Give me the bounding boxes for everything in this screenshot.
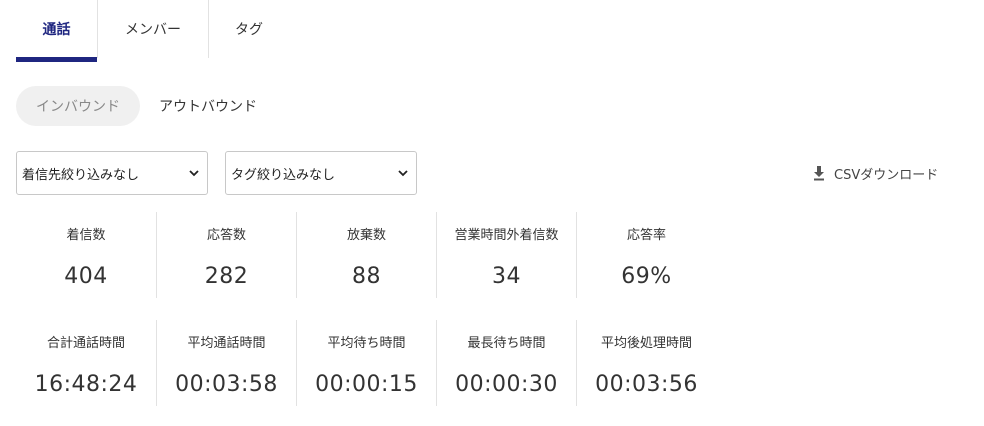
tab-calls-label: 通話	[42, 22, 71, 38]
stat-label: 着信数	[66, 228, 106, 243]
tag-select[interactable]: タグ絞り込みなし	[225, 151, 417, 195]
pill-inbound[interactable]: インバウンド	[16, 86, 140, 126]
tag-select-value: タグ絞り込みなし	[231, 167, 336, 183]
stat-label: 平均後処理時間	[600, 336, 692, 351]
chevron-down-icon	[189, 170, 199, 177]
stat-max-wait-time: 最長待ち時間 00:00:30	[436, 320, 576, 406]
tab-members[interactable]: メンバー	[97, 0, 208, 58]
main-tabs: 通話 メンバー タグ	[16, 0, 289, 62]
stat-value: 00:00:30	[455, 372, 558, 397]
pill-outbound[interactable]: アウトバウンド	[142, 86, 274, 126]
stats-row-counts: 着信数 404 応答数 282 放棄数 88 営業時間外着信数 34 応答率 6…	[16, 212, 716, 298]
stat-abandoned-count: 放棄数 88	[296, 212, 436, 298]
stat-value: 00:03:58	[175, 372, 278, 397]
chevron-down-icon	[398, 170, 408, 177]
stat-label: 平均通話時間	[187, 336, 266, 351]
stat-value: 404	[64, 264, 108, 289]
stat-label: 最長待ち時間	[467, 336, 546, 351]
stat-label: 合計通話時間	[46, 336, 125, 351]
download-icon	[814, 166, 824, 181]
incoming-destination-value: 着信先絞り込みなし	[22, 167, 140, 183]
pill-inbound-label: インバウンド	[36, 99, 120, 115]
csv-download-label: CSVダウンロード	[834, 167, 939, 183]
stat-avg-wrapup-time: 平均後処理時間 00:03:56	[576, 320, 716, 406]
stat-value: 16:48:24	[34, 372, 138, 397]
stat-label: 応答率	[626, 228, 666, 243]
stat-answered-count: 応答数 282	[156, 212, 296, 298]
tab-tags[interactable]: タグ	[208, 0, 289, 58]
pill-outbound-label: アウトバウンド	[159, 99, 257, 115]
stat-label: 営業時間外着信数	[454, 228, 559, 243]
stat-incoming-count: 着信数 404	[16, 212, 156, 298]
csv-download-button[interactable]: CSVダウンロード	[810, 162, 938, 184]
tab-calls[interactable]: 通話	[16, 0, 97, 62]
stat-value: 69%	[621, 264, 672, 289]
stat-total-talk-time: 合計通話時間 16:48:24	[16, 320, 156, 406]
tab-tags-label: タグ	[235, 22, 263, 38]
stat-value: 88	[352, 264, 381, 289]
incoming-destination-select[interactable]: 着信先絞り込みなし	[16, 151, 208, 195]
tab-members-label: メンバー	[125, 22, 181, 38]
stat-label: 放棄数	[346, 228, 386, 243]
active-tab-indicator	[16, 57, 97, 62]
stat-avg-wait-time: 平均待ち時間 00:00:15	[296, 320, 436, 406]
stat-value: 34	[492, 264, 521, 289]
stat-after-hours-count: 営業時間外着信数 34	[436, 212, 576, 298]
stat-label: 平均待ち時間	[327, 336, 406, 351]
stat-value: 00:03:56	[595, 372, 698, 397]
stat-answer-rate: 応答率 69%	[576, 212, 716, 298]
stats-row-durations: 合計通話時間 16:48:24 平均通話時間 00:03:58 平均待ち時間 0…	[16, 320, 716, 406]
stat-value: 00:00:15	[315, 372, 418, 397]
stat-avg-talk-time: 平均通話時間 00:03:58	[156, 320, 296, 406]
stat-value: 282	[204, 264, 249, 289]
direction-toggle: インバウンド アウトバウンド	[16, 86, 274, 126]
stat-label: 応答数	[206, 228, 246, 243]
